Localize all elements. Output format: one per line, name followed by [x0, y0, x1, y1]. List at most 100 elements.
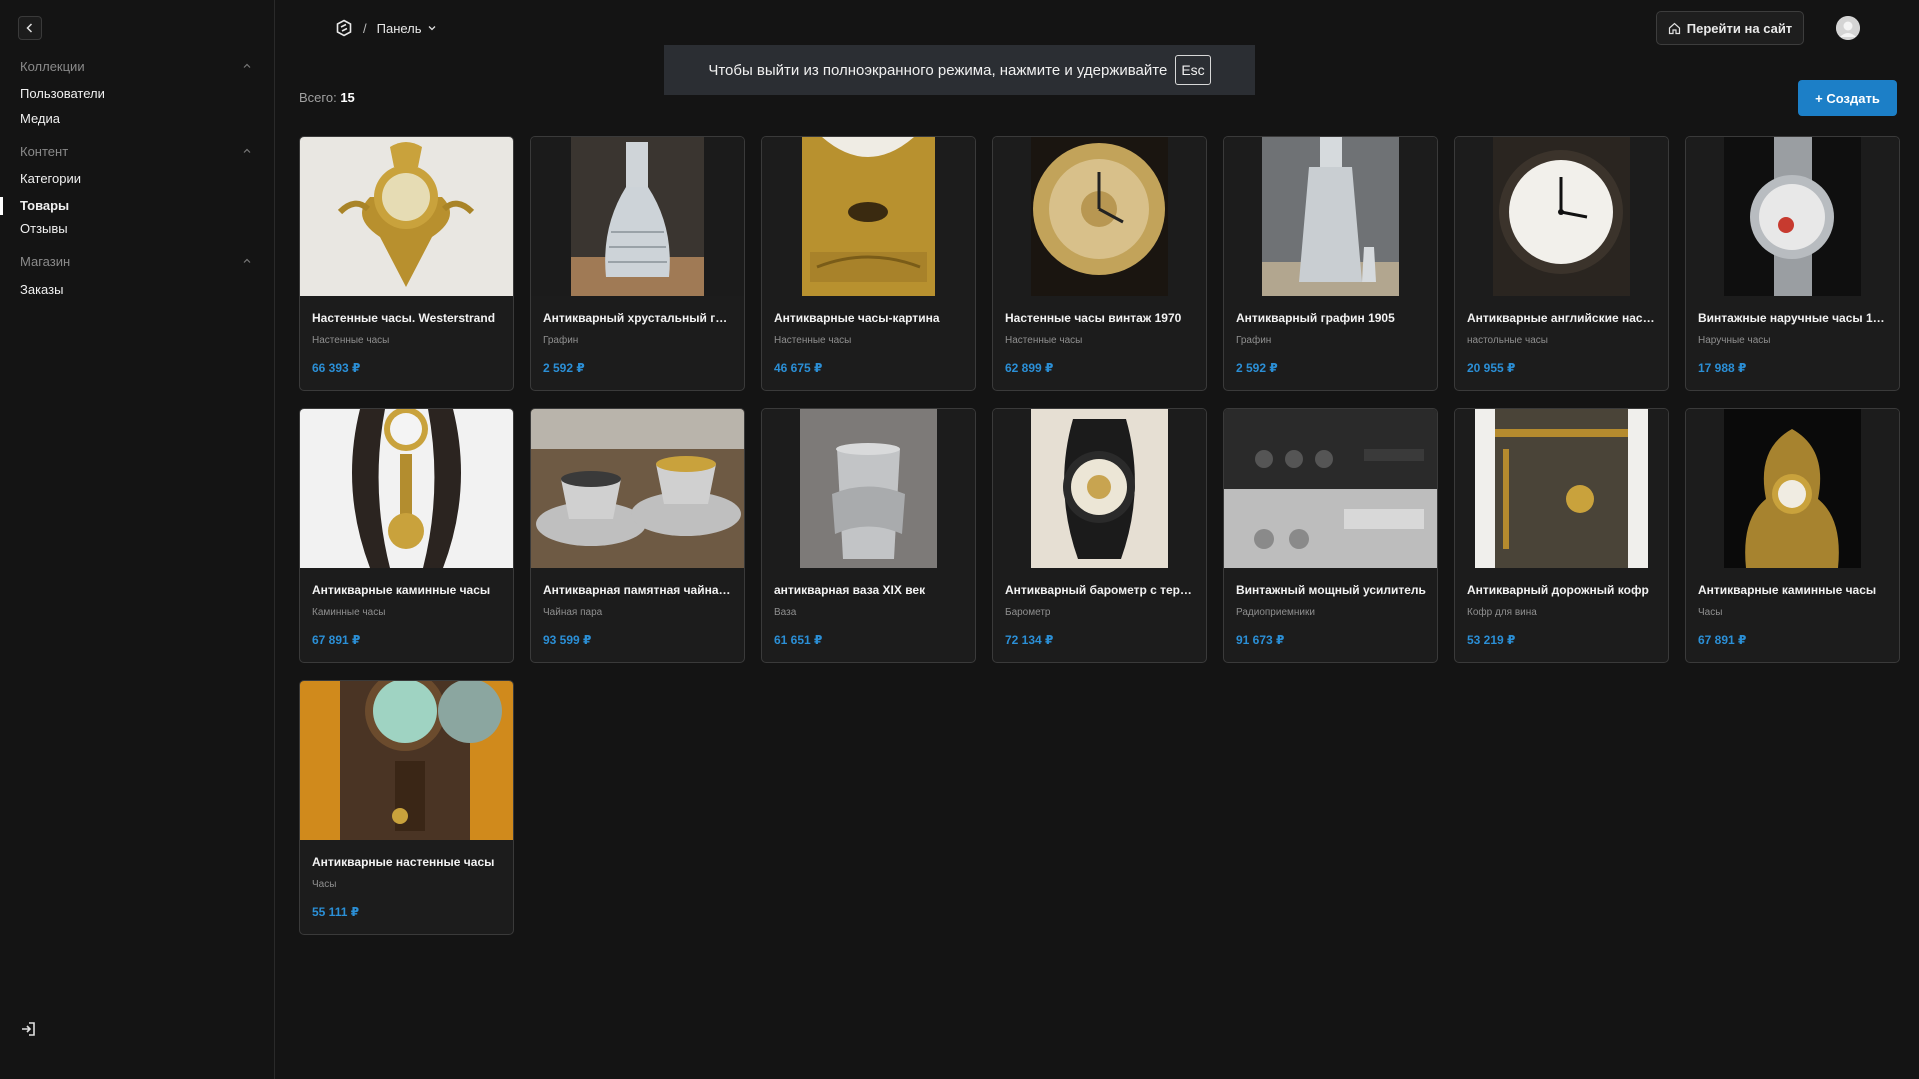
- product-price: 93 599 ₽: [543, 633, 592, 647]
- product-title: Винтажный мощный усилитель: [1236, 583, 1426, 597]
- crystal-decanter-image: [531, 137, 744, 296]
- logo-icon[interactable]: [335, 19, 353, 37]
- product-card[interactable]: Антикварный барометр с термометром Баром…: [992, 408, 1207, 663]
- nav-group-collections[interactable]: Коллекции: [20, 56, 252, 76]
- amplifier-image: [1224, 409, 1437, 568]
- travel-case-image: [1455, 409, 1668, 568]
- product-category: Настенные часы: [774, 335, 852, 346]
- product-image: [993, 409, 1206, 568]
- product-title: Антикварная памятная чайная пара: [543, 583, 733, 597]
- product-image: [531, 137, 744, 296]
- product-category: настольные часы: [1467, 335, 1548, 346]
- product-price: 61 651 ₽: [774, 633, 823, 647]
- product-category: Каминные часы: [312, 607, 386, 618]
- picture-clock-image: [762, 137, 975, 296]
- product-category: Кофр для вина: [1467, 607, 1537, 618]
- product-card[interactable]: Антикварный графин 1905 Графин 2 592 ₽: [1223, 136, 1438, 391]
- silver-vase-image: [762, 409, 975, 568]
- product-card[interactable]: Антикварный хрустальный графин Графин 2 …: [530, 136, 745, 391]
- product-title: Антикварные английские настольные часы: [1467, 311, 1657, 325]
- breadcrumb-panel-dropdown[interactable]: Панель: [377, 21, 437, 36]
- breadcrumb-label: Панель: [376, 20, 422, 36]
- logout-icon: [22, 1022, 35, 1036]
- product-category: Настенные часы: [312, 335, 390, 346]
- barometer-image: [993, 409, 1206, 568]
- product-image: [531, 409, 744, 568]
- nav-group-label: Контент: [20, 143, 69, 159]
- product-title: Антикварные часы-картина: [774, 311, 940, 325]
- nav-group-shop[interactable]: Магазин: [20, 251, 252, 271]
- active-indicator: [0, 197, 3, 215]
- logout-button[interactable]: [20, 1020, 40, 1040]
- chevron-down-icon: [428, 26, 436, 31]
- product-image: [1686, 137, 1899, 296]
- product-price: 67 891 ₽: [1698, 633, 1747, 647]
- breadcrumb: / Панель: [335, 17, 437, 39]
- product-price: 2 592 ₽: [543, 361, 585, 375]
- product-card[interactable]: Антикварные настенные часы Часы 55 111 ₽: [299, 680, 514, 935]
- vintage-wall-clock-image: [993, 137, 1206, 296]
- product-title: Настенные часы винтаж 1970: [1005, 311, 1182, 325]
- total-value: 15: [340, 90, 355, 105]
- product-price: 67 891 ₽: [312, 633, 361, 647]
- home-icon: [1668, 22, 1680, 34]
- product-price: 46 675 ₽: [774, 361, 823, 375]
- product-card[interactable]: Винтажный мощный усилитель Радиоприемник…: [1223, 408, 1438, 663]
- product-card[interactable]: Настенные часы. Westerstrand Настенные ч…: [299, 136, 514, 391]
- product-title: Антикварный хрустальный графин: [543, 311, 733, 325]
- product-title: Антикварные каминные часы: [1698, 583, 1877, 597]
- sidebar-item-users[interactable]: Пользователи: [20, 85, 105, 103]
- gold-wall-clock-image: [300, 137, 513, 296]
- product-price: 91 673 ₽: [1236, 633, 1285, 647]
- product-price: 2 592 ₽: [1236, 361, 1278, 375]
- chevron-left-icon: [26, 23, 33, 33]
- sidebar-item-products[interactable]: Товары: [20, 197, 69, 215]
- product-image: [300, 409, 513, 568]
- fullscreen-notice-key: Esc: [1175, 55, 1211, 85]
- product-price: 66 393 ₽: [312, 361, 361, 375]
- product-title: Винтажные наручные часы 1980: [1698, 311, 1888, 325]
- collapse-sidebar-button[interactable]: [18, 16, 42, 40]
- chevron-up-icon: [243, 258, 251, 263]
- product-price: 53 219 ₽: [1467, 633, 1516, 647]
- product-category: Часы: [312, 879, 337, 890]
- product-category: Графин: [543, 335, 579, 346]
- product-price: 55 111 ₽: [312, 905, 360, 919]
- product-image: [1455, 409, 1668, 568]
- product-price: 17 988 ₽: [1698, 361, 1747, 375]
- product-card[interactable]: Антикварные английские настольные часы н…: [1454, 136, 1669, 391]
- product-card[interactable]: Антикварные каминные часы Часы 67 891 ₽: [1685, 408, 1900, 663]
- tea-cups-image: [531, 409, 744, 568]
- product-category: Настенные часы: [1005, 335, 1083, 346]
- product-category: Наручные часы: [1698, 335, 1771, 346]
- product-image: [1224, 137, 1437, 296]
- decanter-1905-image: [1224, 137, 1437, 296]
- avatar[interactable]: [1836, 16, 1860, 40]
- product-title: антикварная ваза XIX век: [774, 583, 926, 597]
- product-image: [1455, 137, 1668, 296]
- nav-group-content[interactable]: Контент: [20, 141, 252, 161]
- sidebar-item-categories[interactable]: Категории: [20, 170, 81, 188]
- product-image: [993, 137, 1206, 296]
- product-title: Антикварные настенные часы: [312, 855, 495, 869]
- mantel-clock-pendulum-image: [300, 409, 513, 568]
- product-category: Чайная пара: [543, 607, 603, 618]
- sidebar-item-reviews[interactable]: Отзывы: [20, 220, 68, 238]
- product-card[interactable]: Антикварная памятная чайная пара Чайная …: [530, 408, 745, 663]
- product-category: Радиоприемники: [1236, 607, 1315, 618]
- visit-site-button[interactable]: Перейти на сайт: [1656, 11, 1804, 45]
- wall-clocks-pair-image: [300, 681, 513, 840]
- create-button[interactable]: + Создать: [1798, 80, 1897, 116]
- product-card[interactable]: Настенные часы винтаж 1970 Настенные час…: [992, 136, 1207, 391]
- product-card[interactable]: Антикварные часы-картина Настенные часы …: [761, 136, 976, 391]
- product-card[interactable]: Винтажные наручные часы 1980 Наручные ча…: [1685, 136, 1900, 391]
- sidebar-item-orders[interactable]: Заказы: [20, 281, 63, 299]
- fullscreen-notice-text: Чтобы выйти из полноэкранного режима, на…: [708, 61, 1168, 79]
- product-card[interactable]: антикварная ваза XIX век Ваза 61 651 ₽: [761, 408, 976, 663]
- sidebar-item-media[interactable]: Медиа: [20, 110, 60, 128]
- product-card[interactable]: Антикварные каминные часы Каминные часы …: [299, 408, 514, 663]
- chevron-up-icon: [243, 63, 251, 68]
- product-card[interactable]: Антикварный дорожный кофр Кофр для вина …: [1454, 408, 1669, 663]
- product-image: [300, 681, 513, 840]
- product-title: Антикварный графин 1905: [1236, 311, 1395, 325]
